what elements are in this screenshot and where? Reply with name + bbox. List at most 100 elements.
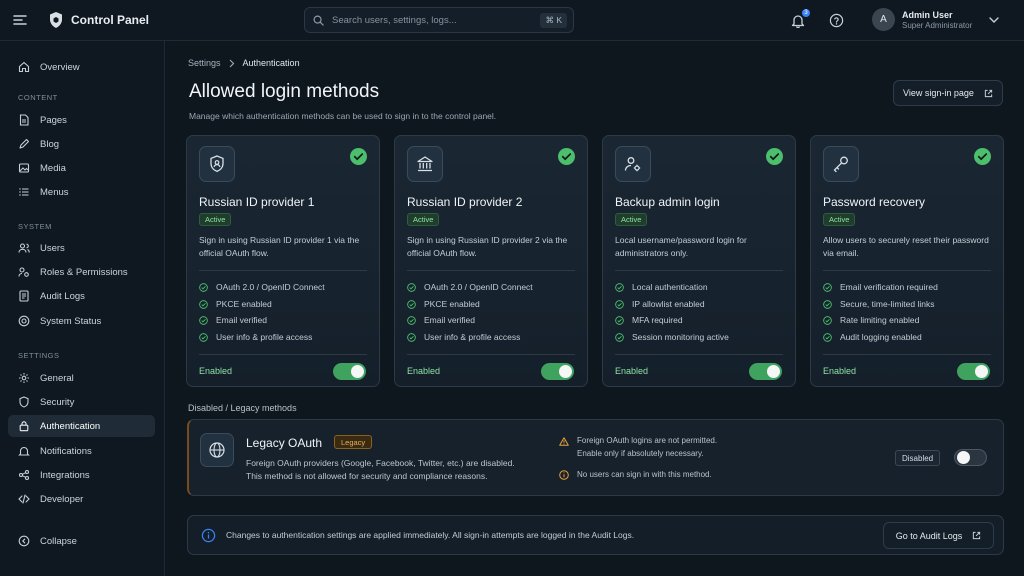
feature-item: PKCE enabled: [199, 299, 272, 309]
sidebar-item-label: Authentication: [40, 420, 101, 432]
collapse-button[interactable]: Collapse: [8, 530, 155, 552]
card-description: Allow users to securely reset their pass…: [823, 235, 989, 258]
info-circle-icon: [201, 528, 216, 543]
feature-label: Session monitoring active: [632, 332, 729, 342]
image-icon: [18, 163, 30, 173]
lock-icon: [19, 421, 29, 432]
sidebar-item-developer[interactable]: Developer: [8, 488, 155, 510]
check-icon: [823, 315, 832, 325]
users-icon: [18, 243, 30, 253]
chevron-down-icon[interactable]: [988, 14, 1000, 26]
sidebar-item-users[interactable]: Users: [8, 237, 155, 259]
breadcrumb-root[interactable]: Settings: [188, 58, 221, 68]
check-icon: [407, 332, 416, 342]
enable-toggle[interactable]: [333, 363, 366, 380]
view-signin-button[interactable]: View sign-in page: [893, 80, 1003, 106]
feature-label: User info & profile access: [424, 332, 521, 342]
top-bar: Control Panel Search users, settings, lo…: [0, 0, 1024, 41]
sidebar-item-menus[interactable]: Menus: [8, 181, 155, 203]
user-name[interactable]: Admin User: [902, 10, 953, 20]
enable-toggle[interactable]: [957, 363, 990, 380]
enable-toggle[interactable]: [749, 363, 782, 380]
check-icon: [407, 299, 416, 309]
sidebar-item-general[interactable]: General: [8, 367, 155, 389]
feature-label: Local authentication: [632, 282, 708, 292]
check-icon: [407, 315, 416, 325]
sidebar-item-media[interactable]: Media: [8, 157, 155, 179]
integrations-icon: [18, 469, 30, 481]
sidebar-item-system-status[interactable]: System Status: [8, 310, 155, 332]
sidebar-item-notifications[interactable]: Notifications: [8, 440, 155, 462]
search-bar[interactable]: Search users, settings, logs... ⌘ K: [304, 7, 574, 33]
legacy-toggle[interactable]: [954, 449, 987, 466]
sidebar-item-blog[interactable]: Blog: [8, 133, 155, 155]
login-method-card: Backup admin login Active Local username…: [602, 135, 796, 387]
status-badge: Active: [615, 213, 648, 226]
gear-icon: [19, 373, 29, 383]
feature-item: User info & profile access: [407, 332, 520, 342]
logo-icon: [47, 11, 65, 29]
external-link-icon: [984, 89, 993, 97]
pen-icon: [19, 138, 30, 149]
divider: [823, 354, 991, 355]
feature-label: PKCE enabled: [216, 299, 272, 309]
sidebar-item-security[interactable]: Security: [8, 391, 155, 413]
audit-logs-button[interactable]: Go to Audit Logs: [883, 522, 994, 549]
collapse-icon: [18, 535, 30, 547]
external-link-icon: [973, 531, 981, 540]
list-icon: [19, 188, 29, 196]
sidebar-item-label: Media: [40, 162, 66, 174]
divider: [199, 354, 367, 355]
sidebar-item-pages[interactable]: Pages: [8, 109, 155, 131]
avatar[interactable]: A: [872, 8, 895, 31]
check-icon: [199, 299, 208, 309]
user-gear-icon: [615, 146, 651, 182]
audit-logs-button-label: Go to Audit Logs: [895, 530, 963, 541]
warning-icon: [559, 437, 569, 446]
search-icon: [313, 15, 324, 26]
divider: [615, 270, 783, 271]
search-input[interactable]: Search users, settings, logs...: [332, 15, 540, 26]
feature-label: IP allowlist enabled: [632, 299, 705, 309]
status-badge: Active: [199, 213, 232, 226]
app-title: Control Panel: [71, 13, 150, 27]
feature-item: Local authentication: [615, 282, 708, 292]
sidebar-item-integrations[interactable]: Integrations: [8, 464, 155, 486]
enabled-label: Enabled: [615, 366, 649, 376]
sidebar-item-authentication[interactable]: Authentication: [8, 415, 155, 437]
bell-icon: [18, 446, 30, 456]
feature-label: OAuth 2.0 / OpenID Connect: [424, 282, 533, 292]
feature-label: Audit logging enabled: [840, 332, 922, 342]
sidebar-section-settings: SETTINGS: [18, 351, 60, 360]
info-banner-text: Changes to authentication settings are a…: [226, 530, 635, 540]
warning-text: Enable only if absolutely necessary.: [577, 449, 704, 458]
check-icon: [615, 315, 624, 325]
feature-label: OAuth 2.0 / OpenID Connect: [216, 282, 325, 292]
enable-toggle[interactable]: [541, 363, 574, 380]
sidebar-item-roles[interactable]: Roles & Permissions: [8, 261, 155, 283]
sidebar-item-audit-logs[interactable]: Audit Logs: [8, 285, 155, 307]
feature-label: Secure, time-limited links: [840, 299, 935, 309]
sidebar-item-label: Collapse: [40, 535, 77, 547]
sidebar-item-overview[interactable]: Overview: [8, 56, 155, 78]
menu-icon[interactable]: [12, 12, 28, 28]
key-icon: [823, 146, 859, 182]
warning-text: Foreign OAuth logins are not permitted.: [577, 436, 718, 445]
check-icon: [199, 332, 208, 342]
check-icon: [823, 282, 832, 292]
sidebar-section-system: SYSTEM: [18, 222, 52, 231]
sidebar-item-label: System Status: [40, 315, 102, 327]
feature-label: Email verification required: [840, 282, 938, 292]
sidebar-item-label: Roles & Permissions: [40, 266, 128, 278]
view-signin-label: View sign-in page: [903, 88, 974, 98]
toggle-knob: [975, 365, 988, 378]
toggle-knob: [351, 365, 364, 378]
help-icon[interactable]: [828, 12, 844, 28]
sidebar-item-label: Users: [40, 242, 65, 254]
card-description: Local username/password login for admini…: [615, 235, 747, 258]
toggle-knob: [767, 365, 780, 378]
section-label: Disabled / Legacy methods: [188, 403, 297, 413]
chevron-right-icon: [229, 59, 234, 67]
card-title: Backup admin login: [615, 195, 720, 209]
login-method-card: Russian ID provider 1 Active Sign in usi…: [186, 135, 380, 387]
